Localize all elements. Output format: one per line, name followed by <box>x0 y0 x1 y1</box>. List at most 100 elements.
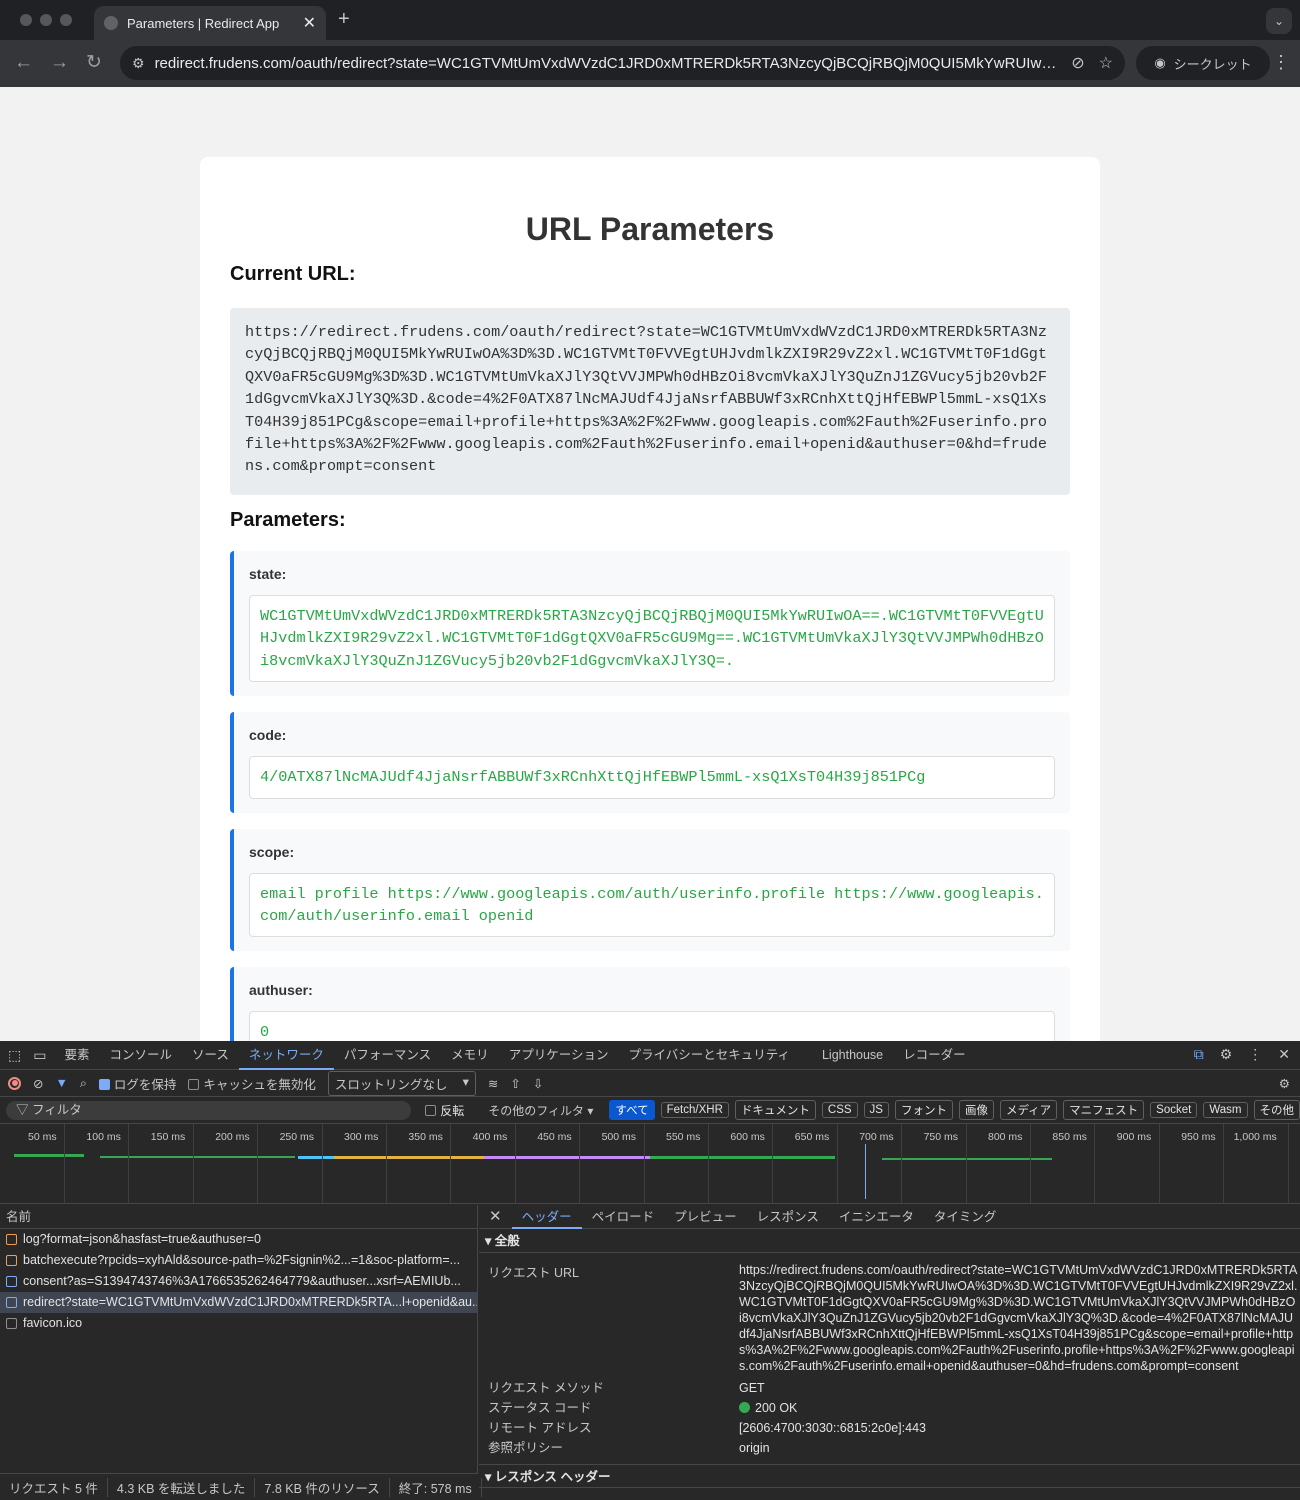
tab-preview[interactable]: プレビュー <box>664 1205 747 1229</box>
tab-timing[interactable]: タイミング <box>924 1205 1007 1229</box>
request-row[interactable]: batchexecute?rpcids=xyhAld&source-path=%… <box>0 1250 477 1271</box>
eye-off-icon[interactable]: ⊘ <box>1071 53 1084 73</box>
filter-icon[interactable]: ▼ <box>55 1076 67 1090</box>
request-list-header[interactable]: 名前 <box>0 1205 477 1229</box>
filter-chip-css[interactable]: CSS <box>821 1102 858 1118</box>
tab-lighthouse[interactable]: Lighthouse <box>812 1041 893 1070</box>
filter-input[interactable]: ▽ フィルタ <box>6 1100 412 1120</box>
record-icon[interactable] <box>8 1076 21 1090</box>
filter-chip-manifest[interactable]: マニフェスト <box>1063 1100 1145 1120</box>
header-value: origin <box>739 1441 770 1455</box>
tab-application[interactable]: アプリケーション <box>499 1041 619 1070</box>
close-tab-icon[interactable]: ✕ <box>303 13 316 33</box>
close-detail-icon[interactable]: ✕ <box>479 1205 512 1229</box>
filter-chip-doc[interactable]: ドキュメント <box>734 1100 816 1120</box>
site-settings-icon[interactable]: ⚙ <box>132 55 145 72</box>
param-authuser: authuser: 0 <box>230 967 1070 1041</box>
new-tab-icon[interactable]: + <box>338 8 350 31</box>
resource-size: 7.8 KB 件のリソース <box>255 1477 390 1497</box>
timeline-gridline <box>1030 1124 1031 1203</box>
tab-response[interactable]: レスポンス <box>747 1205 829 1229</box>
maximize-window-button[interactable] <box>60 14 72 26</box>
timeline-gridline <box>579 1124 581 1203</box>
timeline-gridline <box>450 1124 452 1203</box>
address-text[interactable]: redirect.frudens.com/oauth/redirect?stat… <box>155 55 1058 72</box>
filter-chip-other[interactable]: その他 <box>1253 1100 1300 1120</box>
timeline-gridline <box>128 1124 130 1203</box>
request-name: redirect?state=WC1GTVMtUmVxdWVzdC1JRD0xM… <box>23 1295 477 1309</box>
timeline-bar <box>882 1158 1052 1160</box>
disable-cache-checkbox[interactable]: キャッシュを無効化 <box>188 1074 316 1093</box>
network-toolbar: ⊘ ▼ ⌕ ログを保持 キャッシュを無効化 スロットリングなし ▾ ≋ ⇧ ⇩ ⚙ <box>0 1070 1300 1097</box>
tab-sources[interactable]: ソース <box>182 1041 239 1070</box>
header-row-status: ステータス コード 200 OK <box>479 1398 1300 1418</box>
incognito-icon: ◉ <box>1154 55 1166 70</box>
more-icon[interactable]: ⋮ <box>1272 52 1290 73</box>
timeline-tick-label: 800 ms <box>988 1131 1023 1143</box>
timeline-gridline <box>192 1124 194 1203</box>
tab-memory[interactable]: メモリ <box>441 1041 499 1070</box>
upload-icon[interactable]: ⇧ <box>510 1076 520 1091</box>
timeline-gridline <box>514 1124 516 1203</box>
network-overview-timeline[interactable]: 50 ms 100 ms 150 ms 200 ms 250 ms 300 ms 350 m… <box>0 1124 1300 1204</box>
more-icon[interactable]: ⋮ <box>1248 1046 1262 1063</box>
tab-payload[interactable]: ペイロード <box>582 1205 665 1229</box>
preserve-log-checkbox[interactable]: ログを保持 <box>98 1074 176 1093</box>
close-window-button[interactable] <box>20 14 32 26</box>
minimize-window-button[interactable] <box>40 14 52 26</box>
chevron-down-icon: ▾ <box>462 1074 469 1089</box>
download-icon[interactable]: ⇩ <box>533 1076 543 1091</box>
request-row-selected[interactable]: redirect?state=WC1GTVMtUmVxdWVzdC1JRD0xM… <box>0 1292 477 1313</box>
sync-icon[interactable]: ⧉ <box>1194 1046 1204 1063</box>
tab-privacy-security[interactable]: プライバシーとセキュリティ <box>618 1041 800 1070</box>
tab-elements[interactable]: 要素 <box>54 1041 99 1070</box>
general-section-header[interactable]: ▾ 全般 <box>479 1229 1300 1253</box>
close-icon[interactable]: ✕ <box>1278 1046 1290 1063</box>
chevron-down-icon[interactable]: ⌄ <box>1266 8 1292 34</box>
wifi-icon[interactable]: ≋ <box>488 1076 498 1091</box>
tab-console[interactable]: コンソール <box>99 1041 182 1070</box>
header-row-referrer-policy: 参照ポリシー origin <box>479 1438 1300 1458</box>
filter-chip-fetch[interactable]: Fetch/XHR <box>660 1102 729 1118</box>
response-headers-section-header[interactable]: ▾ レスポンス ヘッダー <box>479 1464 1300 1488</box>
reload-icon[interactable]: ↻ <box>86 52 102 74</box>
throttling-select[interactable]: スロットリングなし ▾ <box>327 1070 476 1096</box>
page-viewport[interactable]: URL Parameters Current URL: https://redi… <box>0 87 1300 1041</box>
timeline-bar <box>650 1156 835 1159</box>
tab-network[interactable]: ネットワーク <box>238 1041 334 1070</box>
network-settings-icon[interactable]: ⚙ <box>1279 1076 1290 1091</box>
timeline-gridline <box>1287 1124 1289 1203</box>
filter-chip-img[interactable]: 画像 <box>958 1100 994 1120</box>
filter-chip-media[interactable]: メディア <box>999 1100 1058 1120</box>
tab-initiator[interactable]: イニシエータ <box>829 1205 924 1229</box>
incognito-button[interactable]: ◉ シークレット <box>1136 46 1270 80</box>
tab-performance[interactable]: パフォーマンス <box>334 1041 441 1070</box>
forward-icon[interactable]: → <box>50 52 69 74</box>
tab-headers[interactable]: ヘッダー <box>511 1205 582 1229</box>
gear-icon[interactable]: ⚙ <box>1220 1046 1233 1063</box>
filter-chip-font[interactable]: フォント <box>894 1100 953 1120</box>
filter-chip-all[interactable]: すべて <box>609 1100 655 1120</box>
inspect-icon[interactable]: ⬚ <box>8 1047 21 1064</box>
filter-chip-socket[interactable]: Socket <box>1150 1102 1198 1118</box>
clear-icon[interactable]: ⊘ <box>33 1076 43 1091</box>
request-row[interactable]: log?format=json&hasfast=true&authuser=0 <box>0 1229 477 1250</box>
back-icon[interactable]: ← <box>14 52 33 74</box>
param-scope: scope: email profile https://www.googlea… <box>230 828 1070 952</box>
timeline-tick-label: 150 ms <box>150 1131 186 1143</box>
request-row[interactable]: consent?as=S1394743746%3A176653526246477… <box>0 1271 477 1292</box>
filter-chip-js[interactable]: JS <box>863 1102 889 1118</box>
search-icon[interactable]: ⌕ <box>80 1076 87 1091</box>
device-toggle-icon[interactable]: ▭ <box>33 1047 46 1064</box>
invert-checkbox[interactable]: 反転 <box>425 1102 464 1119</box>
filter-chip-wasm[interactable]: Wasm <box>1203 1102 1248 1118</box>
address-bar[interactable]: ⚙ redirect.frudens.com/oauth/redirect?st… <box>120 46 1125 80</box>
browser-tab[interactable]: Parameters | Redirect App ✕ <box>94 6 326 40</box>
request-row[interactable]: favicon.ico <box>0 1313 477 1334</box>
timeline-tick-label: 500 ms <box>601 1131 637 1143</box>
more-filters-dropdown[interactable]: その他のフィルタ ▾ <box>488 1102 593 1119</box>
star-icon[interactable]: ☆ <box>1099 53 1113 73</box>
request-name: consent?as=S1394743746%3A176653526246477… <box>23 1274 461 1288</box>
throttling-value: スロットリングなし <box>334 1077 448 1092</box>
tab-recorder[interactable]: レコーダー <box>893 1041 976 1070</box>
